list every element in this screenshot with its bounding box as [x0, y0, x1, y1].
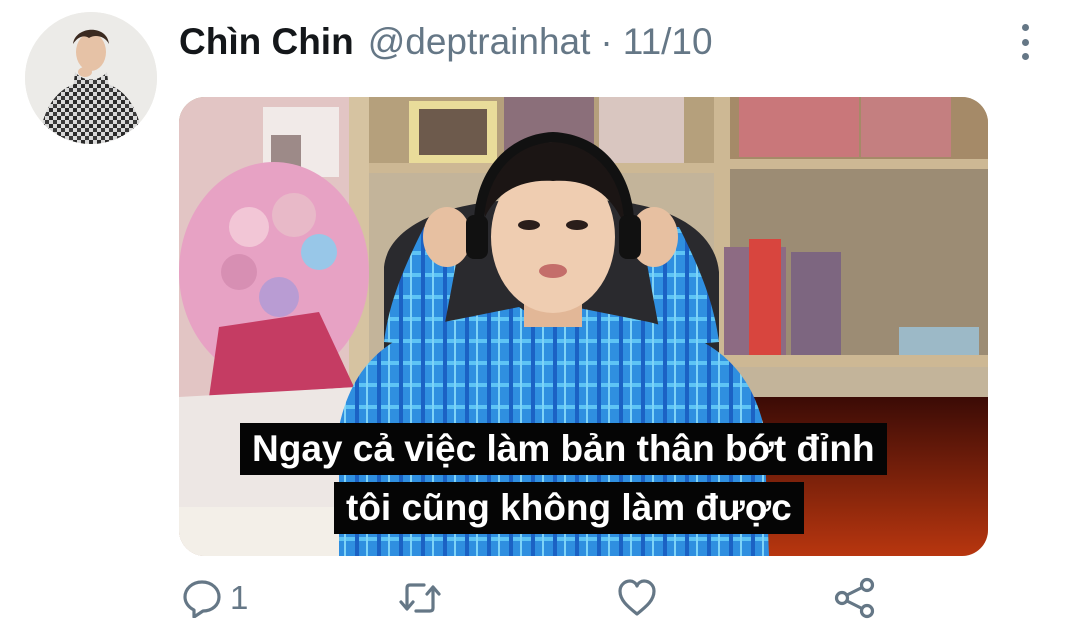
avatar-image — [25, 12, 157, 144]
like-button[interactable] — [617, 573, 657, 623]
like-icon — [618, 579, 656, 616]
reply-icon — [183, 580, 221, 618]
tweet-actions: 1 — [0, 573, 1080, 623]
user-handle[interactable]: @deptrainhat — [368, 21, 591, 63]
tweet-date[interactable]: 11/10 — [623, 21, 713, 63]
share-button[interactable] — [834, 573, 876, 623]
retweet-icon — [399, 583, 441, 613]
tweet-header: Chìn Chin @deptrainhat · 11/10 — [179, 18, 713, 66]
media-caption-line-2: tôi cũng không làm được — [334, 482, 804, 534]
separator-dot: · — [600, 21, 613, 62]
more-vertical-icon[interactable] — [1008, 22, 1042, 62]
share-icon — [834, 577, 875, 619]
display-name[interactable]: Chìn Chin — [179, 21, 354, 63]
media-caption-line-1: Ngay cả việc làm bản thân bớt đỉnh — [240, 423, 887, 475]
tweet-media[interactable]: Ngay cả việc làm bản thân bớt đỉnh tôi c… — [179, 97, 988, 556]
reply-count: 1 — [230, 579, 249, 616]
reply-button[interactable]: 1 — [182, 573, 248, 623]
retweet-button[interactable] — [398, 573, 442, 623]
avatar[interactable] — [25, 12, 157, 144]
